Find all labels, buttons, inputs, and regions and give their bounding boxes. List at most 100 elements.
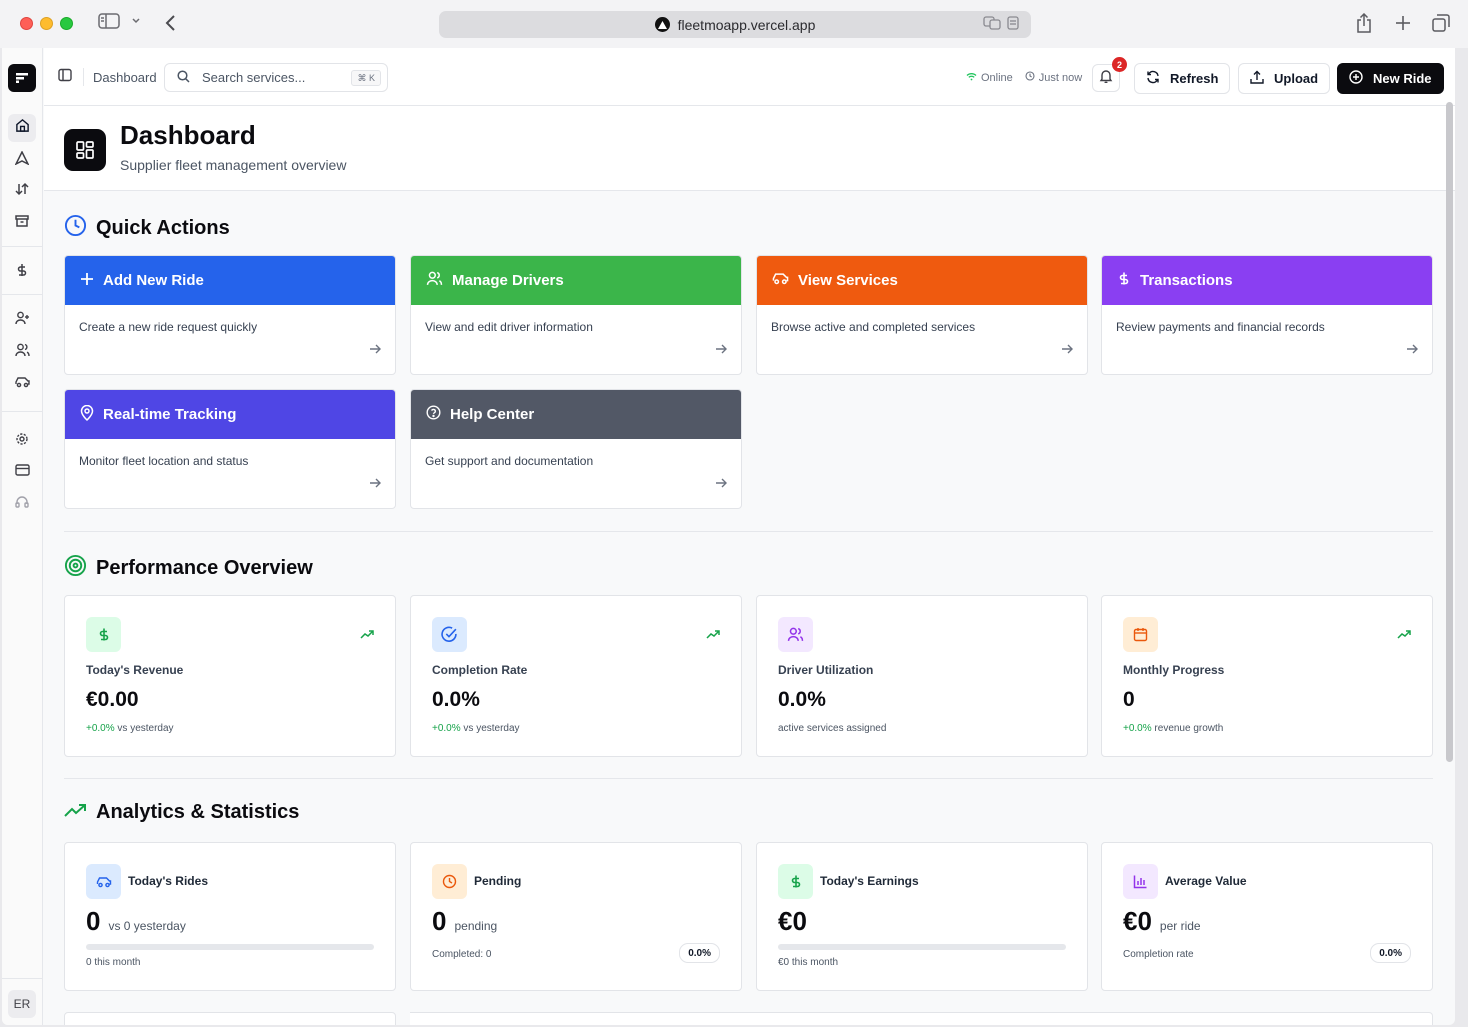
address-bar[interactable]: fleetmoapp.vercel.app [439, 11, 1031, 38]
upload-button[interactable]: Upload [1238, 63, 1331, 94]
quick-action-help-center[interactable]: Help Center Get support and documentatio… [410, 389, 742, 509]
sidebar-item-add-driver[interactable] [8, 306, 36, 334]
kpi-footnote: active services assigned [778, 723, 886, 734]
close-window-button[interactable] [20, 17, 33, 30]
clock-icon [1025, 71, 1035, 84]
check-circle-icon [432, 617, 467, 652]
tab-overview-icon[interactable] [1432, 14, 1450, 32]
stat-label: Pending [474, 874, 522, 888]
sidebar-divider [2, 246, 43, 247]
plus-icon [80, 272, 94, 290]
stat-footnote: 0 this month [86, 957, 141, 968]
app-logo[interactable] [8, 64, 36, 92]
sidebar-item-support[interactable] [8, 490, 36, 518]
users-icon [778, 617, 813, 652]
quick-action-desc: Browse active and completed services [771, 320, 976, 334]
clock-icon [432, 864, 467, 899]
quick-action-desc: View and edit driver information [425, 320, 593, 334]
sidebar-item-finance[interactable] [8, 258, 36, 286]
quick-action-desc: Get support and documentation [425, 454, 594, 468]
gear-icon [15, 432, 29, 451]
progress-bar [778, 944, 1066, 950]
minimize-window-button[interactable] [40, 17, 53, 30]
dollar-icon [86, 617, 121, 652]
share-icon[interactable] [1356, 13, 1372, 33]
navigation-icon [14, 149, 30, 170]
arrows-up-down-icon [15, 182, 29, 201]
sidebar-divider [2, 411, 43, 412]
trending-up-icon [1397, 626, 1411, 644]
quick-action-view-services[interactable]: View Services Browse active and complete… [756, 255, 1088, 375]
avatar[interactable]: ER [8, 990, 36, 1018]
stat-value: 0 [432, 906, 447, 936]
sidebar-item-transfers[interactable] [8, 177, 36, 205]
kpi-value: 0 [1123, 688, 1135, 711]
help-circle-icon [426, 405, 441, 424]
notifications-button[interactable]: 2 [1092, 57, 1127, 92]
kpi-foot-text: revenue growth [1154, 723, 1224, 734]
trending-up-icon [64, 801, 87, 824]
browser-chrome: fleetmoapp.vercel.app [0, 0, 1468, 48]
arrow-right-icon [369, 476, 381, 494]
kpi-foot-text: vs yesterday [463, 723, 520, 734]
breadcrumb[interactable]: Dashboard [93, 70, 157, 85]
stat-suffix: pending [454, 919, 498, 933]
stat-suffix: per ride [1159, 919, 1201, 933]
back-icon[interactable] [164, 14, 176, 32]
new-tab-icon[interactable] [1395, 15, 1411, 31]
kpi-value: €0.00 [86, 688, 139, 711]
archive-icon [15, 214, 29, 233]
upload-label: Upload [1274, 71, 1319, 86]
sidebar-item-services[interactable] [8, 370, 36, 398]
stat-value: 0 [86, 906, 101, 936]
dollar-icon [778, 864, 813, 899]
quick-action-header: Add New Ride [65, 256, 395, 305]
notification-badge: 2 [1112, 57, 1127, 72]
quick-action-desc: Review payments and financial records [1116, 320, 1325, 334]
section-title: Performance Overview [96, 557, 313, 579]
sidebar-item-home[interactable] [8, 114, 36, 142]
arrow-right-icon [1406, 342, 1418, 360]
reader-icon[interactable] [1007, 16, 1019, 33]
sidebar-item-billing[interactable] [8, 458, 36, 486]
sidebar-item-navigation[interactable] [8, 146, 36, 174]
shortcut-hint: ⌘ K [351, 70, 381, 86]
credit-card-icon [14, 463, 30, 481]
panel-toggle-icon[interactable] [58, 68, 72, 87]
arrow-right-icon [715, 476, 727, 494]
search-icon [177, 69, 190, 86]
stat-suffix: vs 0 yesterday [108, 919, 186, 933]
status-online: Online [981, 71, 1013, 84]
sidebar-item-drivers[interactable] [8, 338, 36, 366]
stat-value-row: 0 vs 0 yesterday [86, 906, 186, 937]
new-ride-button[interactable]: New Ride [1337, 63, 1444, 94]
quick-action-transactions[interactable]: Transactions Review payments and financi… [1101, 255, 1433, 375]
zoom-window-button[interactable] [60, 17, 73, 30]
quick-action-add-new-ride[interactable]: Add New Ride Create a new ride request q… [64, 255, 396, 375]
quick-action-title: View Services [798, 272, 898, 289]
headset-icon [15, 495, 29, 514]
scrollbar[interactable] [1446, 102, 1453, 762]
quick-action-title: Transactions [1140, 272, 1233, 289]
sidebar-toggle-icon[interactable] [98, 12, 120, 30]
kpi-footnote: +0.0% revenue growth [1123, 723, 1223, 734]
translate-icon[interactable] [983, 16, 1001, 33]
quick-action-manage-drivers[interactable]: Manage Drivers View and edit driver info… [410, 255, 742, 375]
sidebar-item-archive[interactable] [8, 209, 36, 237]
stat-value: €0 [1123, 906, 1152, 936]
page-header: Dashboard Supplier fleet management over… [44, 106, 1455, 191]
kpi-label: Today's Revenue [86, 663, 184, 677]
performance-heading: Performance Overview [64, 554, 313, 583]
search-input[interactable]: Search services... ⌘ K [164, 63, 388, 92]
divider [83, 68, 84, 86]
quick-action-real-time-tracking[interactable]: Real-time Tracking Monitor fleet locatio… [64, 389, 396, 509]
upload-icon [1250, 70, 1264, 87]
refresh-button[interactable]: Refresh [1134, 63, 1231, 94]
chevron-down-icon[interactable] [131, 16, 141, 26]
sidebar-item-settings[interactable] [8, 427, 36, 455]
stat-value-row: €0 [778, 906, 807, 937]
kpi-foot-text: active services assigned [778, 723, 887, 734]
connection-status: Online Just now [966, 71, 1082, 84]
quick-action-header: Real-time Tracking [65, 390, 395, 439]
stat-value-row: 0 pending [432, 906, 497, 937]
